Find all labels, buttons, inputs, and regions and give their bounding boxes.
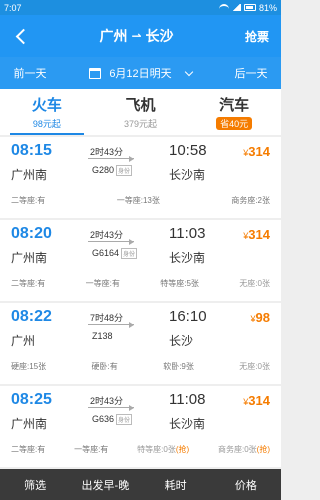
sort-departure-button[interactable]: 出发早-晚 [70, 469, 140, 500]
train-number: G636 身份 [92, 414, 133, 426]
selected-date: 6月12日明天 [109, 68, 172, 80]
calendar-icon [89, 67, 102, 79]
bottom-sort-bar: 筛选 出发早-晚 耗时 价格 [0, 469, 281, 500]
date-bar: 前一天 6月12日明天 后一天 [0, 57, 281, 89]
departure-station: 广州南 [11, 251, 48, 265]
seat-availability: 二等座:有 一等座:有 特等座:5张 无座:0张 [11, 279, 270, 288]
train-card[interactable]: 08:20 广州南 2时43分 G6164 身份 11:03 长沙南 ¥314 二… [0, 220, 281, 301]
grab-ticket-button[interactable]: 抢票 [233, 28, 281, 45]
train-number: Z138 [92, 331, 113, 341]
departure-station: 广州南 [11, 168, 48, 182]
departure-station: 广州 [11, 334, 36, 348]
route-arrow-line [88, 407, 134, 408]
arrival-time: 10:58 [169, 142, 207, 159]
tab-flight[interactable]: 飞机 379元起 [94, 89, 188, 135]
back-button[interactable] [0, 15, 40, 57]
filter-button[interactable]: 筛选 [0, 469, 70, 500]
origin-city: 广州 [99, 28, 128, 44]
grab-ticket-tag[interactable]: (抢) [176, 445, 189, 454]
destination-city: 长沙 [145, 28, 174, 44]
trip-duration: 2时43分 [90, 230, 124, 240]
route-arrow-line [88, 158, 134, 159]
trip-duration: 7时48分 [90, 313, 124, 323]
chevron-down-icon [184, 67, 193, 76]
departure-time: 08:22 [11, 308, 52, 325]
tab-bus[interactable]: 汽车 省40元 [187, 89, 281, 135]
chevron-left-icon [15, 28, 31, 44]
sort-duration-button[interactable]: 耗时 [141, 469, 211, 500]
arrival-time: 11:08 [169, 391, 206, 408]
seat-availability: 硬座:15张 硬卧:有 软卧:9张 无座:0张 [11, 362, 270, 371]
grab-ticket-tag[interactable]: (抢) [257, 445, 270, 454]
departure-time: 08:15 [11, 142, 52, 159]
next-day-button[interactable]: 后一天 [221, 65, 281, 81]
ticket-price: ¥98 [250, 310, 270, 325]
ticket-price: ¥314 [243, 144, 270, 159]
tab-train[interactable]: 火车 98元起 [0, 89, 94, 135]
route-title: 广州 ⇀ 长沙 [40, 26, 233, 46]
train-number: G280 身份 [92, 165, 133, 177]
id-card-icon: 身份 [116, 165, 133, 177]
train-card[interactable]: 08:15 广州南 2时43分 G280 身份 10:58 长沙南 ¥314 二等… [0, 137, 281, 218]
battery-level: 81% [258, 2, 277, 13]
train-card[interactable]: 08:22 广州 7时48分 Z138 16:10 长沙 ¥98 硬座:15张 … [0, 303, 281, 384]
train-number: G6164 身份 [92, 248, 138, 260]
route-arrow-icon: ⇀ [131, 29, 142, 43]
status-bar: 7:07 81% [0, 0, 281, 15]
arrival-time: 11:03 [169, 225, 206, 242]
arrival-station: 长沙 [169, 334, 194, 348]
status-time: 7:07 [4, 2, 22, 13]
ticket-price: ¥314 [243, 393, 270, 408]
departure-time: 08:20 [11, 225, 52, 242]
train-card[interactable]: 08:25 广州南 2时43分 G636 身份 11:08 长沙南 ¥314 二等… [0, 386, 281, 467]
route-arrow-line [88, 241, 134, 242]
wifi-icon [218, 4, 229, 11]
top-app-bar: 广州 ⇀ 长沙 抢票 [0, 15, 281, 57]
trip-duration: 2时43分 [90, 396, 124, 406]
ticket-price: ¥314 [243, 227, 270, 242]
transport-tabs: 火车 98元起 飞机 379元起 汽车 省40元 [0, 89, 281, 135]
arrival-station: 长沙南 [169, 168, 206, 182]
departure-station: 广州南 [11, 417, 48, 431]
seat-availability: 二等座:有 一等座:13张 商务座:2张 [11, 196, 270, 205]
departure-time: 08:25 [11, 391, 52, 408]
arrival-station: 长沙南 [169, 251, 206, 265]
trip-duration: 2时43分 [90, 147, 124, 157]
date-picker[interactable]: 6月12日明天 [60, 65, 221, 81]
id-card-icon: 身份 [121, 248, 138, 260]
id-card-icon: 身份 [116, 414, 133, 426]
prev-day-button[interactable]: 前一天 [0, 65, 60, 81]
battery-icon [243, 4, 256, 11]
arrival-station: 长沙南 [169, 417, 206, 431]
route-arrow-line [88, 324, 134, 325]
arrival-time: 16:10 [169, 308, 207, 325]
sort-price-button[interactable]: 价格 [211, 469, 281, 500]
signal-icon [231, 4, 241, 11]
seat-availability: 二等座:有 一等座:有 特等座:0张(抢) 商务座:0张(抢) [11, 445, 270, 454]
save-badge: 省40元 [216, 117, 253, 130]
